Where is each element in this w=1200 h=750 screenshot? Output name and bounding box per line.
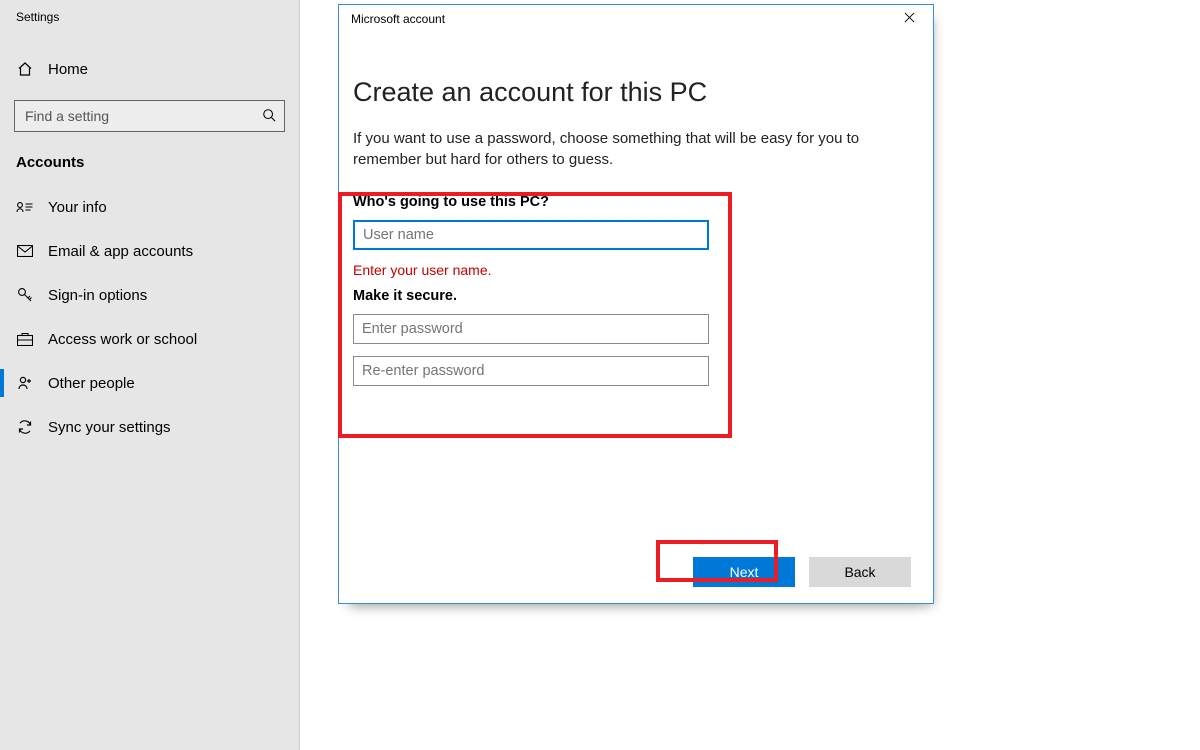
sync-icon <box>16 418 34 436</box>
search-container <box>14 100 285 132</box>
sidebar-item-label: Access work or school <box>48 331 197 348</box>
password-confirm-input[interactable] <box>353 356 709 386</box>
sidebar-item-label: Email & app accounts <box>48 243 193 260</box>
dialog-body: Create an account for this PC If you wan… <box>339 33 933 386</box>
person-card-icon <box>16 198 34 216</box>
microsoft-account-dialog: Microsoft account Create an account for … <box>338 4 934 604</box>
password-section-label: Make it secure. <box>353 288 893 304</box>
sidebar-item-label: Sign-in options <box>48 287 147 304</box>
home-icon <box>16 60 34 78</box>
close-icon <box>904 12 915 26</box>
person-plus-icon <box>16 374 34 392</box>
mail-icon <box>16 242 34 260</box>
sidebar-item-signin-options[interactable]: Sign-in options <box>0 273 299 317</box>
sidebar-item-work-school[interactable]: Access work or school <box>0 317 299 361</box>
settings-sidebar: Settings Home Accounts <box>0 0 300 750</box>
dialog-subtext: If you want to use a password, choose so… <box>353 128 893 170</box>
key-icon <box>16 286 34 304</box>
username-input[interactable] <box>353 220 709 250</box>
search-icon <box>262 108 276 125</box>
sidebar-item-sync-settings[interactable]: Sync your settings <box>0 405 299 449</box>
sidebar-item-email-accounts[interactable]: Email & app accounts <box>0 229 299 273</box>
search-input[interactable] <box>23 107 262 125</box>
back-button[interactable]: Back <box>809 557 911 587</box>
nav-home-label: Home <box>48 61 88 78</box>
close-button[interactable] <box>891 7 927 31</box>
sidebar-category: Accounts <box>0 150 299 185</box>
sidebar-item-your-info[interactable]: Your info <box>0 185 299 229</box>
sidebar-item-other-people[interactable]: Other people <box>0 361 299 405</box>
sidebar-item-label: Your info <box>48 199 107 216</box>
dialog-heading: Create an account for this PC <box>353 77 893 108</box>
dialog-title: Microsoft account <box>351 12 445 26</box>
username-error: Enter your user name. <box>353 262 893 278</box>
briefcase-icon <box>16 330 34 348</box>
app-title: Settings <box>0 0 299 24</box>
nav-home[interactable]: Home <box>0 50 299 88</box>
sidebar-item-label: Other people <box>48 375 135 392</box>
search-box[interactable] <box>14 100 285 132</box>
password-input[interactable] <box>353 314 709 344</box>
dialog-titlebar: Microsoft account <box>339 5 933 33</box>
sidebar-item-label: Sync your settings <box>48 419 171 436</box>
user-section-label: Who's going to use this PC? <box>353 194 893 210</box>
next-button[interactable]: Next <box>693 557 795 587</box>
dialog-footer: Next Back <box>339 557 933 587</box>
